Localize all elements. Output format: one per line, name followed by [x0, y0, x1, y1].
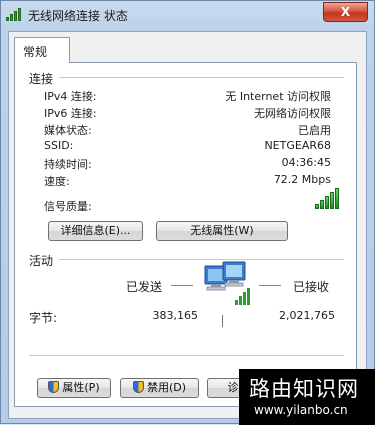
status-window: 无线网络连接 状态 X 常规 连接 IPv4 连接: 无 Internet 访问…	[0, 0, 375, 425]
speed-value: 72.2 Mbps	[273, 173, 331, 186]
media-state-label: 媒体状态:	[44, 124, 92, 137]
buttons-divider	[29, 355, 344, 356]
bytes-label: 字节:	[29, 311, 58, 325]
shield-icon	[48, 381, 60, 393]
properties-button[interactable]: 属性(P)	[37, 378, 111, 398]
bytes-received-value: 2,021,765	[279, 309, 335, 322]
watermark-url: www.yilanbo.cn	[254, 403, 348, 417]
ipv4-label: IPv4 连接:	[44, 90, 97, 103]
network-computers-icon	[204, 261, 250, 305]
ssid-value: NETGEAR68	[264, 139, 331, 152]
tab-general[interactable]: 常规	[14, 37, 70, 63]
received-label: 已接收	[293, 280, 330, 294]
activity-section-title: 活动	[29, 254, 54, 268]
signal-quality-label: 信号质量:	[44, 200, 92, 213]
sent-label: 已发送	[126, 280, 163, 294]
duration-value: 04:36:45	[281, 156, 331, 169]
wireless-properties-button[interactable]: 无线属性(W)	[156, 221, 288, 241]
disable-button[interactable]: 禁用(D)	[120, 378, 199, 398]
properties-button-label: 属性(P)	[62, 381, 100, 394]
ipv6-value: 无网络访问权限	[254, 107, 331, 120]
watermark-title: 路由知识网	[249, 377, 359, 401]
connection-section-title: 连接	[29, 72, 54, 86]
ipv4-value: 无 Internet 访问权限	[225, 90, 331, 103]
duration-label: 持续时间:	[44, 158, 92, 171]
tab-label: 常规	[23, 45, 48, 59]
details-button[interactable]: 详细信息(E)...	[48, 221, 143, 241]
general-panel: 连接 IPv4 连接: 无 Internet 访问权限 IPv6 连接: 无网络…	[14, 62, 357, 407]
ipv6-label: IPv6 连接:	[44, 107, 97, 120]
sent-line	[171, 285, 193, 286]
ssid-label: SSID:	[44, 139, 74, 152]
media-state-value: 已启用	[298, 124, 331, 137]
signal-strength-icon	[315, 188, 345, 209]
bytes-sent-value: 383,165	[152, 309, 199, 322]
window-title: 无线网络连接 状态	[28, 9, 128, 23]
disable-button-label: 禁用(D)	[146, 381, 187, 394]
shield-icon	[132, 381, 144, 393]
close-button[interactable]: X	[323, 2, 368, 22]
client-area: 常规 连接 IPv4 连接: 无 Internet 访问权限 IPv6 连接: …	[8, 31, 367, 419]
connection-divider	[59, 77, 344, 78]
activity-center-line	[222, 315, 223, 327]
wireless-network-icon	[6, 7, 26, 21]
watermark: 路由知识网 www.yilanbo.cn	[239, 369, 375, 425]
activity-divider	[59, 259, 344, 260]
title-bar[interactable]: 无线网络连接 状态 X	[1, 1, 374, 29]
close-icon: X	[340, 5, 351, 19]
received-line	[259, 285, 281, 286]
speed-label: 速度:	[44, 175, 70, 188]
